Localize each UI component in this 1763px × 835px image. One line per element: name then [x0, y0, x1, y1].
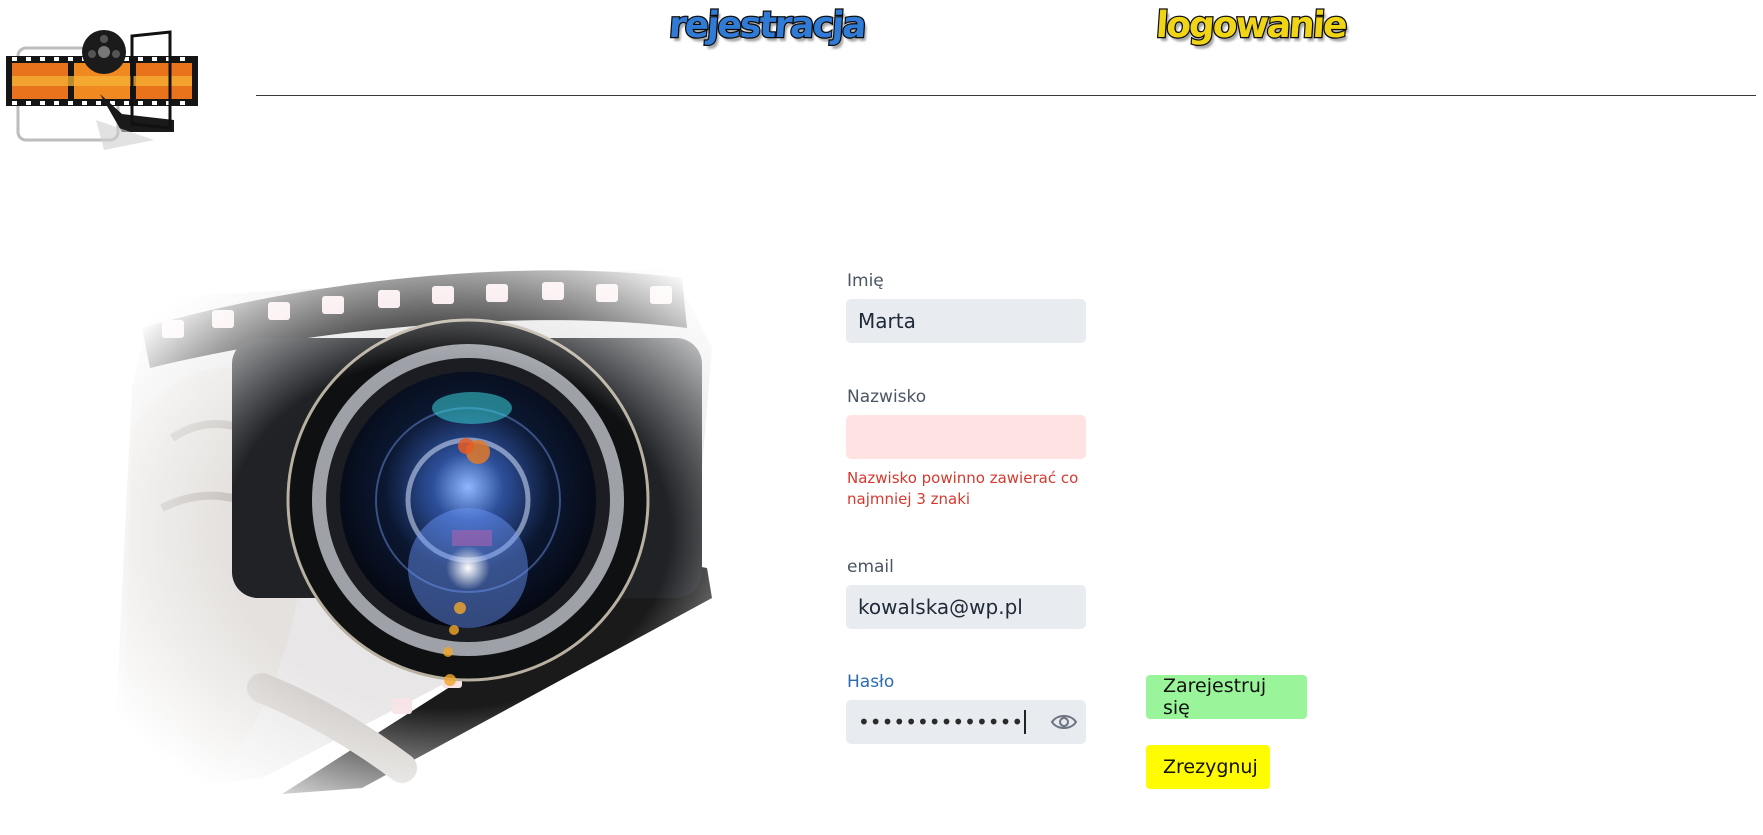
camera-lens-hero-image	[112, 268, 784, 798]
password-masked-value: ••••••••••••••	[858, 710, 1024, 734]
cancel-button-label: Zrezygnuj	[1163, 756, 1258, 778]
last-name-input[interactable]	[846, 415, 1086, 459]
nav-login-link[interactable]: logowanie	[1153, 2, 1348, 50]
first-name-value: Marta	[858, 309, 916, 333]
email-input[interactable]: kowalska@wp.pl	[846, 585, 1086, 629]
password-label: Hasło	[847, 672, 895, 692]
film-projector-logo-icon[interactable]	[4, 28, 200, 150]
cancel-button[interactable]: Zrezygnuj	[1146, 745, 1270, 789]
register-button-label: Zarejestruj się	[1163, 675, 1267, 719]
email-label: email	[847, 557, 894, 577]
register-button[interactable]: Zarejestruj się	[1146, 675, 1307, 719]
eye-icon[interactable]	[1050, 710, 1078, 734]
header-divider	[256, 95, 1756, 96]
first-name-label: Imię	[847, 271, 884, 291]
nav-register-link[interactable]: rejestracja	[666, 2, 867, 50]
password-input[interactable]: ••••••••••••••	[846, 700, 1086, 744]
email-value: kowalska@wp.pl	[858, 595, 1023, 619]
text-caret	[1024, 710, 1026, 734]
last-name-label: Nazwisko	[847, 387, 927, 407]
last-name-error-message: Nazwisko powinno zawierać co najmniej 3 …	[847, 469, 1079, 508]
first-name-input[interactable]: Marta	[846, 299, 1086, 343]
